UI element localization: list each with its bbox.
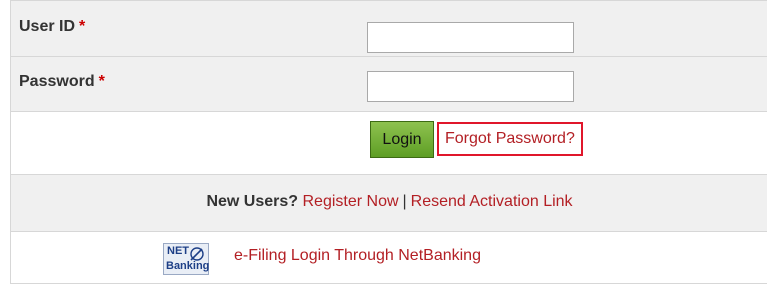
password-row: Password * xyxy=(11,57,767,112)
netbanking-login-link[interactable]: e-Filing Login Through NetBanking xyxy=(234,247,481,265)
netbanking-logo[interactable]: NET Banking xyxy=(163,243,209,275)
register-now-link[interactable]: Register Now xyxy=(302,193,398,210)
new-users-row: New Users? Register Now | Resend Activatio… xyxy=(11,175,767,232)
user-id-input[interactable] xyxy=(367,22,574,53)
new-users-label: New Users? xyxy=(206,193,299,210)
required-asterisk: * xyxy=(98,73,105,90)
pen-icon xyxy=(190,247,204,261)
password-label: Password * xyxy=(19,73,105,91)
user-id-label-text: User ID xyxy=(19,18,76,35)
password-label-text: Password xyxy=(19,73,95,90)
required-asterisk: * xyxy=(79,18,86,35)
netbanking-row: NET Banking e-Filing Login Through NetBa… xyxy=(11,232,767,284)
user-id-label: User ID * xyxy=(19,18,85,36)
login-actions-row: Login Forgot Password? xyxy=(11,112,767,175)
login-form-table: User ID * Password * Login Forgot Password… xyxy=(10,0,767,284)
new-users-line: New Users? Register Now | Resend Activatio… xyxy=(11,193,767,211)
forgot-password-link[interactable]: Forgot Password? xyxy=(437,122,583,156)
user-id-row: User ID * xyxy=(11,0,767,57)
link-separator: | xyxy=(402,193,407,210)
login-button[interactable]: Login xyxy=(370,121,434,158)
password-input[interactable] xyxy=(367,71,574,102)
netbanking-logo-text-net: NET xyxy=(167,245,189,257)
resend-activation-link[interactable]: Resend Activation Link xyxy=(411,193,573,210)
